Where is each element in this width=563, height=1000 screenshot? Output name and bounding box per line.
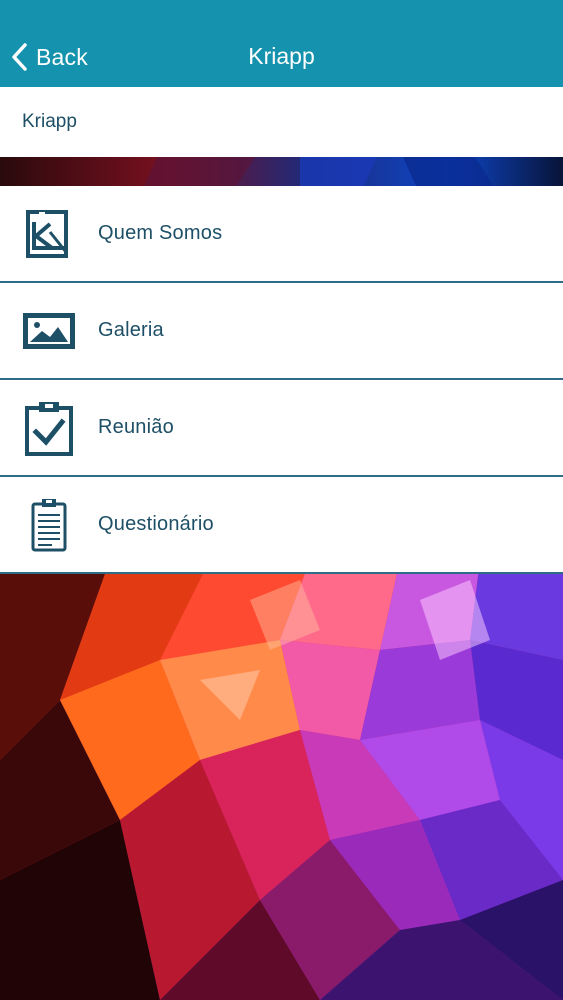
menu-item-label: Questionário bbox=[98, 513, 214, 535]
kriapp-logo-icon bbox=[20, 206, 78, 262]
page-title: Kriapp bbox=[248, 43, 315, 69]
divider bbox=[0, 572, 563, 574]
menu-item-quem-somos[interactable]: Quem Somos bbox=[0, 186, 563, 281]
clipboard-check-icon bbox=[20, 400, 78, 456]
menu-item-label: Quem Somos bbox=[98, 222, 223, 244]
menu-item-label: Reunião bbox=[98, 416, 174, 438]
clipboard-list-icon bbox=[20, 497, 78, 553]
image-gallery-icon bbox=[20, 303, 78, 359]
navigation-bar: Back Kriapp bbox=[0, 0, 563, 87]
menu-item-label: Galeria bbox=[98, 319, 164, 341]
app-screen: Back Kriapp Kriapp Quem Somos Galeria Re… bbox=[0, 0, 563, 1000]
menu-item-galeria[interactable]: Galeria bbox=[0, 283, 563, 378]
menu-item-questionario[interactable]: Questionário bbox=[0, 477, 563, 572]
menu-item-reuniao[interactable]: Reunião bbox=[0, 380, 563, 475]
section-header: Kriapp bbox=[0, 87, 563, 157]
section-header-label: Kriapp bbox=[22, 111, 77, 132]
